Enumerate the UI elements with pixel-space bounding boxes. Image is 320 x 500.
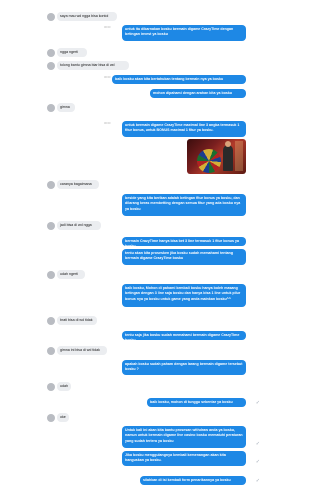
message-time: 00:00: [104, 76, 111, 79]
light-effect: [235, 141, 243, 171]
outgoing-message: baik bosku, Mohon di pahami kembali bosk…: [122, 284, 246, 307]
outgoing-message: beside yang kita berikan adalah betingan…: [122, 194, 246, 216]
outgoing-message: untuk bermain digame CrazyTime maximal l…: [122, 121, 246, 137]
incoming-message: udah: [57, 382, 71, 391]
avatar: [47, 317, 55, 325]
avatar: [47, 222, 55, 230]
avatar: [47, 383, 55, 391]
message-time: 00:00: [104, 26, 111, 29]
message-time: 00:00: [104, 122, 111, 125]
avatar: [47, 104, 55, 112]
incoming-message: tolong bantu gimna biar bisa di wd: [57, 61, 129, 70]
outgoing-message: untuk itu dikarnakan bosku bermain digam…: [122, 25, 246, 41]
incoming-message: gimna ini bisa di wd tidak: [57, 346, 107, 355]
incoming-message: saya mau wd ngga bisa kontol: [57, 12, 117, 21]
game-screenshot-image[interactable]: [187, 139, 246, 174]
read-check-icon: ✓: [255, 441, 260, 447]
avatar: [47, 414, 55, 422]
avatar: [47, 49, 55, 57]
avatar: [47, 347, 55, 355]
read-check-icon: ✓: [255, 400, 260, 406]
outgoing-message: Untuk kali ini akan kita bantu prosesan …: [122, 426, 246, 448]
avatar: [47, 181, 55, 189]
read-check-icon: ✓: [255, 459, 260, 465]
outgoing-message: apakah bosku sudah paham dengan larang b…: [122, 360, 246, 375]
outgoing-message: mohon dipahami dengan arahan kita ya bos…: [150, 89, 246, 98]
avatar: [47, 271, 55, 279]
incoming-message: udah ngerti: [57, 270, 85, 279]
chat-transcript: saya mau wd ngga bisa kontol 00:00 untuk…: [0, 0, 284, 500]
incoming-message: oke: [57, 413, 69, 422]
outgoing-message: tentu akan kita prosesken jika bosku sud…: [122, 249, 246, 265]
incoming-message: caranya bagaimana: [57, 180, 99, 189]
avatar: [47, 13, 55, 21]
incoming-message: gimna: [57, 103, 75, 112]
wheel-graphic: [197, 149, 221, 173]
outgoing-message: baik bosku, mohon di tunggu sebentar ya …: [147, 398, 246, 407]
read-check-icon: ✓: [255, 478, 260, 484]
host-figure: [223, 141, 233, 171]
outgoing-message: bermain CrazyTime hanya bisa bet 3 line …: [122, 237, 246, 248]
outgoing-message: silahkan di isi kembali form penarikanny…: [140, 476, 246, 485]
outgoing-message: baik bosku akan kita bertahukan tentang …: [112, 75, 246, 84]
outgoing-message: Jika bosku menggulangnya kembali kemenan…: [122, 451, 246, 466]
incoming-message: brati bisa di wd tidak: [57, 316, 97, 325]
incoming-message: ngga ngerti: [57, 48, 87, 57]
avatar: [47, 62, 55, 70]
incoming-message: jadi bisa di wd ngga: [57, 221, 101, 230]
outgoing-message: tentu saja jika bosku sudah memahami ber…: [122, 331, 246, 342]
